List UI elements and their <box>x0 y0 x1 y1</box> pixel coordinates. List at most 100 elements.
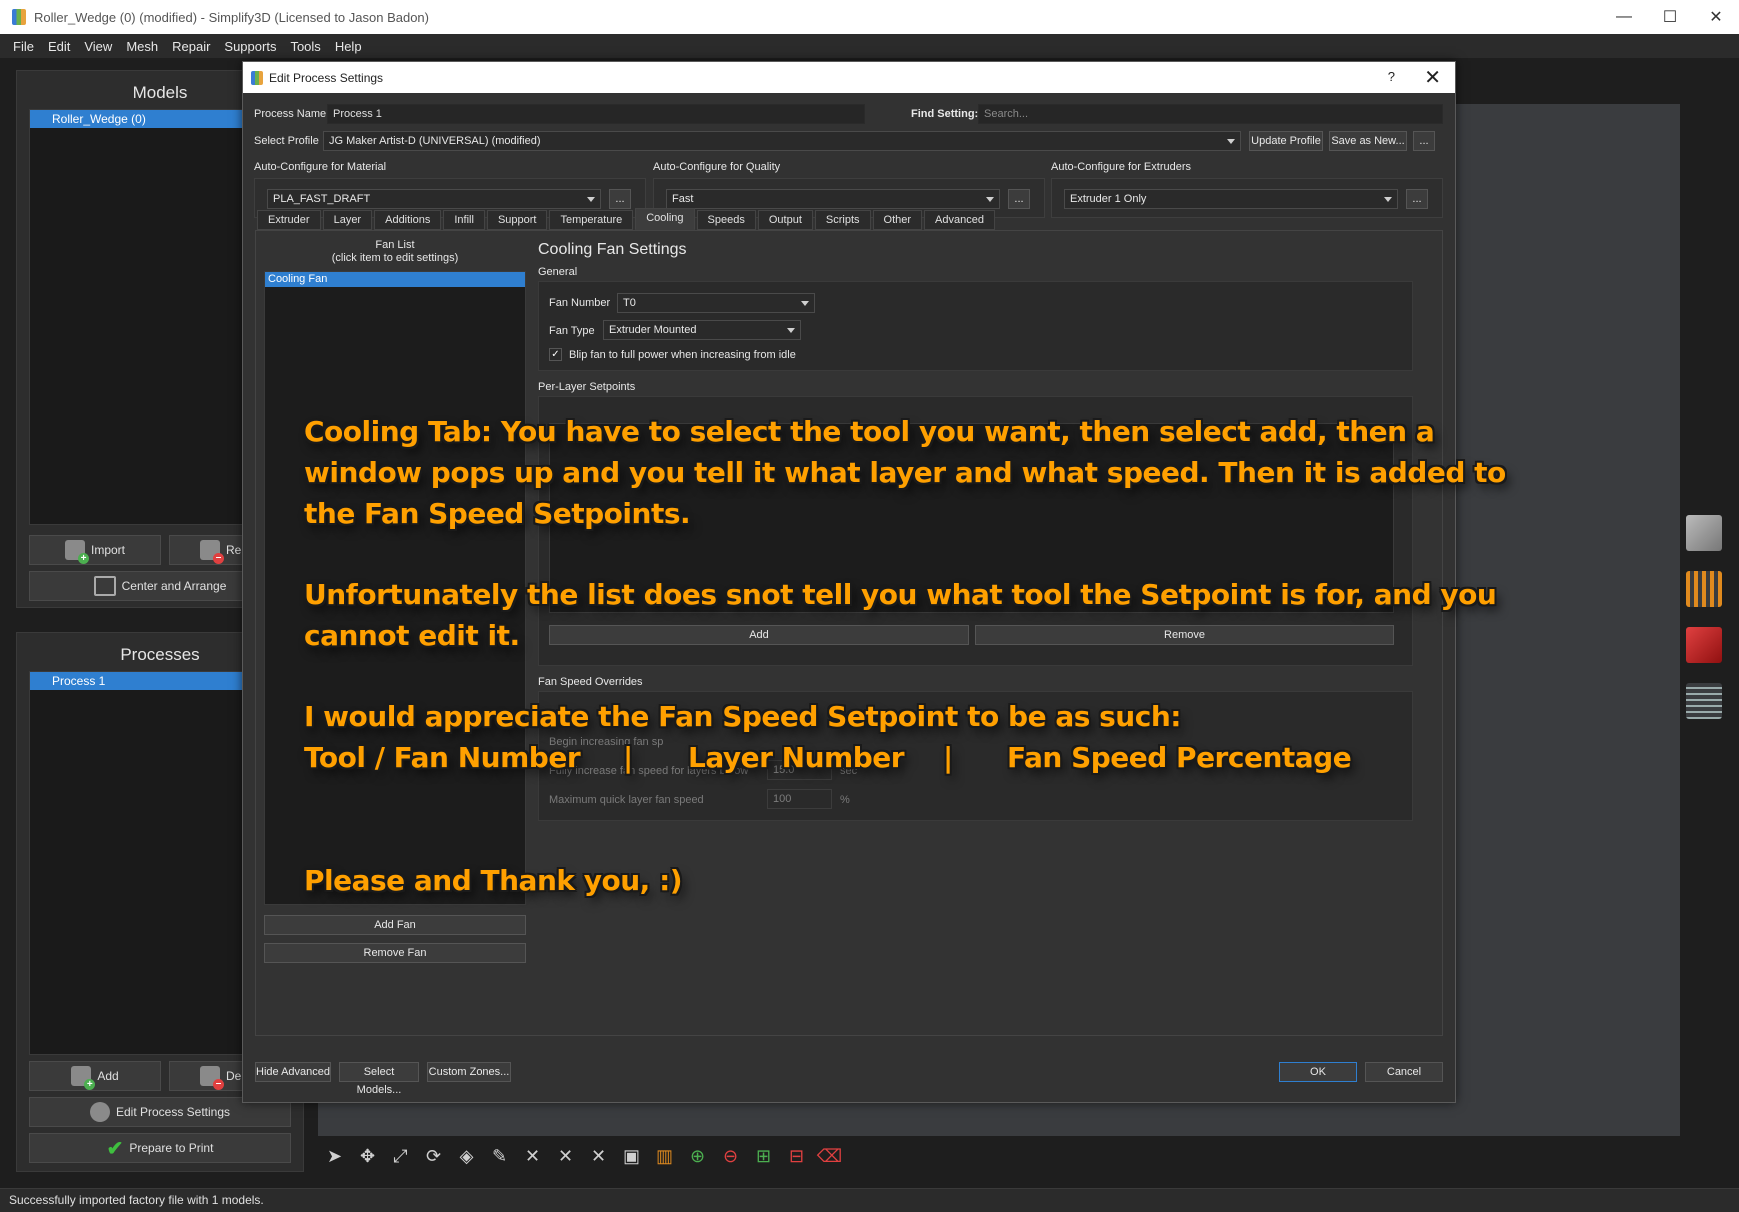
menu-tools[interactable]: Tools <box>283 39 327 54</box>
edit-process-label: Edit Process Settings <box>115 1105 231 1119</box>
fan-list-subtitle: (click item to edit settings) <box>331 252 459 264</box>
fan-list-item[interactable]: Cooling Fan <box>265 272 525 287</box>
save-as-new-button[interactable]: Save as New... <box>1329 131 1407 151</box>
menu-view[interactable]: View <box>77 39 119 54</box>
select-cursor-icon[interactable]: ➤ <box>322 1144 347 1169</box>
move-icon[interactable]: ✥ <box>355 1144 380 1169</box>
material-value: PLA_FAST_DRAFT <box>273 193 371 205</box>
fan-list-title: Fan List <box>375 239 415 251</box>
layer-view-icon[interactable] <box>1686 571 1722 607</box>
tab-support[interactable]: Support <box>486 210 548 230</box>
maximize-button[interactable]: ☐ <box>1647 0 1693 34</box>
layer-icon[interactable]: ▥ <box>652 1144 677 1169</box>
remove-support-icon[interactable]: ⊖ <box>718 1144 743 1169</box>
fan-number-label: Fan Number <box>549 297 611 309</box>
process-name-input[interactable]: Process 1 <box>327 104 865 124</box>
quality-dropdown[interactable]: Fast <box>666 189 1000 209</box>
extruders-group: Extruder 1 Only ... <box>1051 178 1443 218</box>
scale-icon[interactable]: ⤢ <box>388 1144 413 1169</box>
material-dropdown[interactable]: PLA_FAST_DRAFT <box>267 189 601 209</box>
tab-infill[interactable]: Infill <box>443 210 485 230</box>
axis-y-icon[interactable]: ✕ <box>553 1144 578 1169</box>
statistics-icon[interactable] <box>1686 683 1722 719</box>
menu-edit[interactable]: Edit <box>41 39 77 54</box>
cube-icon[interactable]: ▣ <box>619 1144 644 1169</box>
import-icon <box>64 540 89 564</box>
annotation-line-3: the Fan Speed Setpoints. <box>304 497 691 530</box>
blip-fan-checkbox[interactable]: ✓ <box>549 348 562 361</box>
ok-button[interactable]: OK <box>1279 1062 1357 1082</box>
fan-number-dropdown[interactable]: T0 <box>617 293 815 313</box>
annotation-line-7e: Fan Speed Percentage <box>1007 741 1352 774</box>
annotation-line-4: Unfortunately the list does snot tell yo… <box>304 578 1497 611</box>
chevron-down-icon <box>801 301 809 306</box>
edit-icon[interactable]: ✎ <box>487 1144 512 1169</box>
rotate-icon[interactable]: ⟳ <box>421 1144 446 1169</box>
process-name-label: Process Name <box>254 108 327 120</box>
per-layer-setpoints-label: Per-Layer Setpoints <box>538 381 636 393</box>
menu-file[interactable]: File <box>6 39 41 54</box>
help-button[interactable]: ? <box>1388 69 1395 84</box>
remove-fan-button[interactable]: Remove Fan <box>264 943 526 963</box>
fan-type-dropdown[interactable]: Extruder Mounted <box>603 320 801 340</box>
find-setting-input[interactable]: Search... <box>978 104 1443 124</box>
view-cube-icon[interactable] <box>1686 515 1722 551</box>
tab-extruder[interactable]: Extruder <box>257 210 321 230</box>
bottom-toolbar: ➤ ✥ ⤢ ⟳ ◈ ✎ ✕ ✕ ✕ ▣ ▥ ⊕ ⊖ ⊞ ⊟ ⌫ <box>322 1140 842 1172</box>
axis-z-icon[interactable]: ✕ <box>586 1144 611 1169</box>
add-layer-icon[interactable]: ⊞ <box>751 1144 776 1169</box>
annotation-line-6: I would appreciate the Fan Speed Setpoin… <box>304 700 1181 733</box>
tab-scripts[interactable]: Scripts <box>814 210 871 230</box>
menu-supports[interactable]: Supports <box>217 39 283 54</box>
tab-layer[interactable]: Layer <box>322 210 373 230</box>
clear-icon[interactable]: ⌫ <box>817 1144 842 1169</box>
tab-output[interactable]: Output <box>757 210 813 230</box>
select-profile-label: Select Profile <box>254 135 319 147</box>
tab-other[interactable]: Other <box>872 210 923 230</box>
import-button[interactable]: Import <box>29 535 161 565</box>
tab-temperature[interactable]: Temperature <box>549 210 634 230</box>
extruders-more-button[interactable]: ... <box>1406 189 1428 209</box>
add-process-button[interactable]: Add <box>29 1061 161 1091</box>
annotation-line-8: Please and Thank you, :) <box>304 864 683 897</box>
hide-advanced-button[interactable]: Hide Advanced <box>255 1062 331 1082</box>
annotation-line-7d: | <box>943 741 953 774</box>
menu-mesh[interactable]: Mesh <box>119 39 165 54</box>
remove-setpoint-button[interactable]: Remove <box>975 625 1394 645</box>
axis-x-icon[interactable]: ✕ <box>520 1144 545 1169</box>
max-quick-input[interactable]: 100 <box>767 789 832 809</box>
checkmark-icon: ✔ <box>106 1137 124 1160</box>
prepare-to-print-button[interactable]: ✔ Prepare to Print <box>29 1133 291 1163</box>
settings-tabs: Extruder Layer Additions Infill Support … <box>257 208 995 230</box>
remove-layer-icon[interactable]: ⊟ <box>784 1144 809 1169</box>
select-models-button[interactable]: Select Models... <box>339 1062 419 1096</box>
cross-section-icon[interactable] <box>1686 627 1722 663</box>
custom-zones-button[interactable]: Custom Zones... <box>427 1062 511 1082</box>
tab-advanced[interactable]: Advanced <box>924 210 995 230</box>
quality-more-button[interactable]: ... <box>1008 189 1030 209</box>
mirror-icon[interactable]: ◈ <box>454 1144 479 1169</box>
add-support-icon[interactable]: ⊕ <box>685 1144 710 1169</box>
extruders-dropdown[interactable]: Extruder 1 Only <box>1064 189 1398 209</box>
cancel-button[interactable]: Cancel <box>1365 1062 1443 1082</box>
tab-additions[interactable]: Additions <box>374 210 442 230</box>
gear-icon <box>89 1102 110 1122</box>
close-window-button[interactable]: ✕ <box>1693 0 1739 34</box>
profile-more-button[interactable]: ... <box>1413 131 1435 151</box>
add-setpoint-button[interactable]: Add <box>549 625 969 645</box>
select-profile-dropdown[interactable]: JG Maker Artist-D (UNIVERSAL) (modified) <box>323 131 1241 151</box>
tab-speeds[interactable]: Speeds <box>696 210 756 230</box>
add-fan-button[interactable]: Add Fan <box>264 915 526 935</box>
tab-cooling[interactable]: Cooling <box>635 208 695 230</box>
chevron-down-icon <box>587 197 595 202</box>
annotation-line-2: window pops up and you tell it what laye… <box>304 456 1506 489</box>
update-profile-button[interactable]: Update Profile <box>1249 131 1323 151</box>
material-more-button[interactable]: ... <box>609 189 631 209</box>
delete-process-label: De <box>226 1069 242 1083</box>
menu-repair[interactable]: Repair <box>165 39 217 54</box>
dialog-close-button[interactable]: ✕ <box>1424 65 1441 90</box>
minimize-button[interactable]: — <box>1601 0 1647 34</box>
add-process-label: Add <box>97 1069 119 1083</box>
annotation-line-7a: Tool / Fan Number <box>304 741 581 774</box>
menu-help[interactable]: Help <box>328 39 369 54</box>
